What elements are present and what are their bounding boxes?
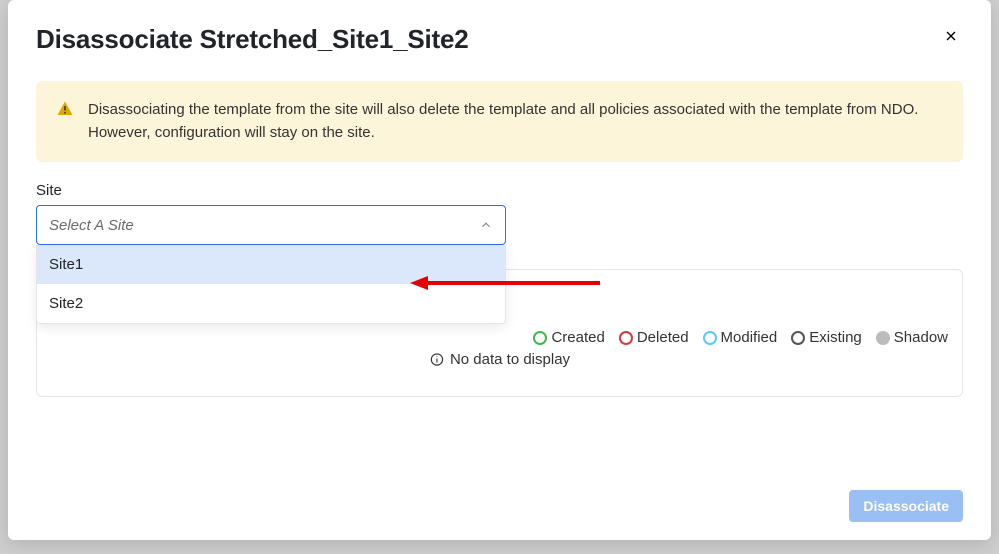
- site-select[interactable]: Select A Site: [36, 205, 506, 245]
- site-select-placeholder: Select A Site: [49, 217, 134, 234]
- warning-text: Disassociating the template from the sit…: [88, 99, 943, 144]
- info-icon: [429, 352, 444, 367]
- legend-created: Created: [533, 329, 604, 346]
- legend-deleted: Deleted: [619, 329, 689, 346]
- legend-row: Created Deleted Modified Existing Shadow: [533, 329, 948, 346]
- circle-shadow-icon: [876, 331, 890, 345]
- circle-created-icon: [533, 331, 547, 345]
- chevron-up-icon: [479, 218, 493, 232]
- close-button[interactable]: [939, 24, 963, 48]
- modal-title: Disassociate Stretched_Site1_Site2: [36, 24, 469, 55]
- circle-existing-icon: [791, 331, 805, 345]
- close-icon: [943, 28, 959, 44]
- legend-modified-label: Modified: [721, 329, 778, 346]
- legend-shadow: Shadow: [876, 329, 948, 346]
- modal-footer: Disassociate: [36, 470, 963, 522]
- modal-header: Disassociate Stretched_Site1_Site2: [36, 24, 963, 55]
- dropdown-option-site2[interactable]: Site2: [37, 284, 505, 323]
- circle-deleted-icon: [619, 331, 633, 345]
- dropdown-option-site1[interactable]: Site1: [37, 245, 505, 284]
- site-select-wrap: Select A Site Site1 Site2: [36, 205, 506, 245]
- circle-modified-icon: [703, 331, 717, 345]
- no-data-text: No data to display: [450, 351, 570, 368]
- site-label: Site: [36, 182, 963, 199]
- warning-banner: Disassociating the template from the sit…: [36, 81, 963, 162]
- disassociate-modal: Disassociate Stretched_Site1_Site2 Disas…: [8, 0, 991, 540]
- warning-icon: [56, 100, 74, 118]
- legend-existing: Existing: [791, 329, 862, 346]
- legend-existing-label: Existing: [809, 329, 862, 346]
- no-data-message: No data to display: [429, 351, 570, 368]
- legend-shadow-label: Shadow: [894, 329, 948, 346]
- disassociate-button[interactable]: Disassociate: [849, 490, 963, 522]
- legend-deleted-label: Deleted: [637, 329, 689, 346]
- site-dropdown: Site1 Site2: [36, 245, 506, 324]
- legend-created-label: Created: [551, 329, 604, 346]
- legend-modified: Modified: [703, 329, 778, 346]
